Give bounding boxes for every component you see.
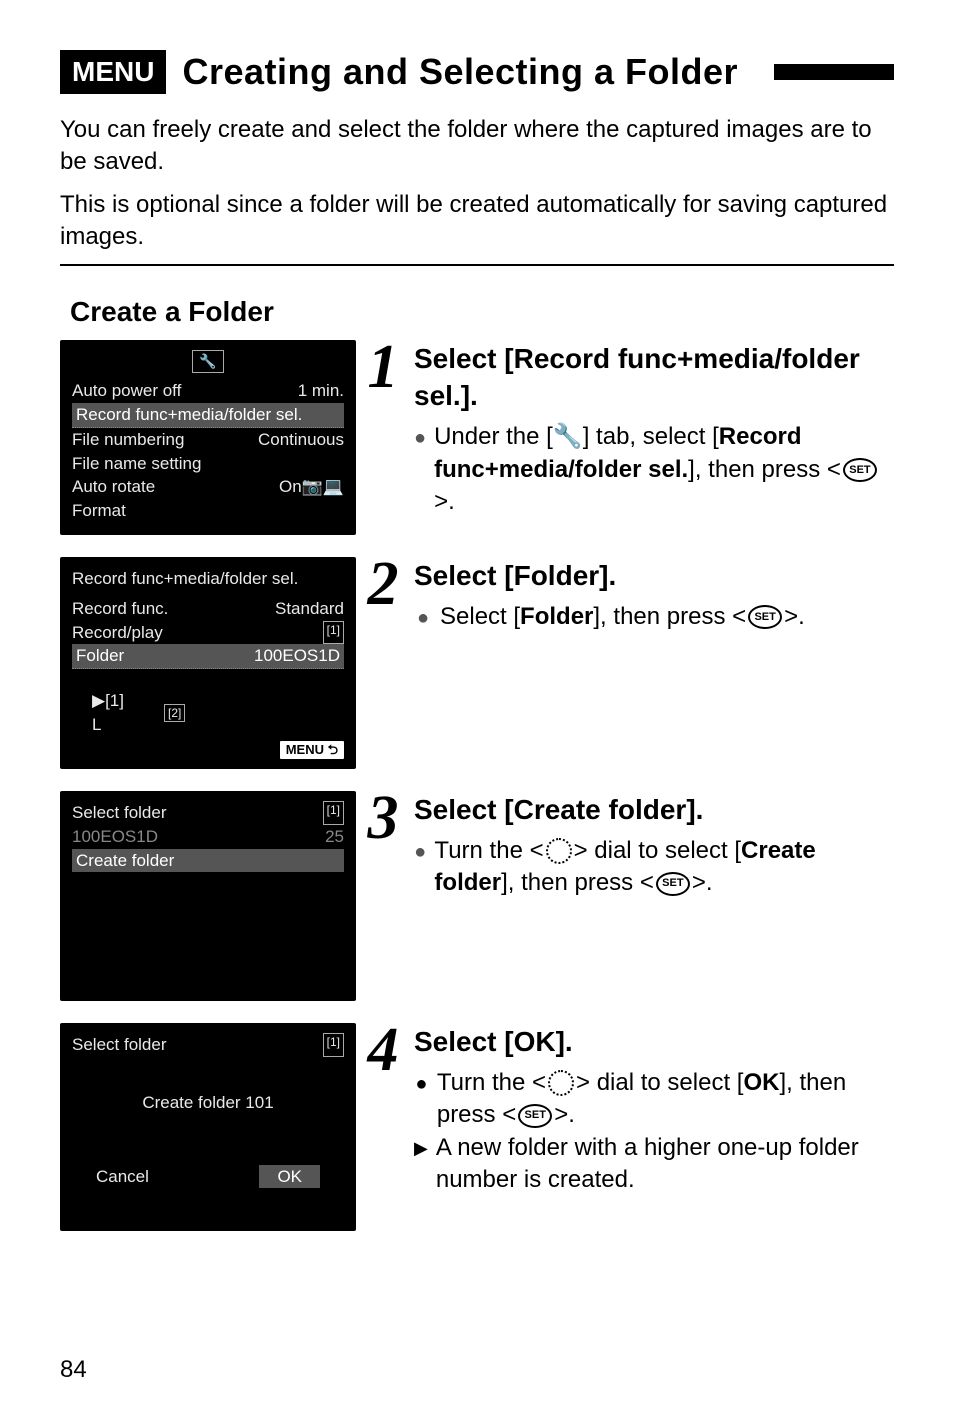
screen-3: Select folder [1] 100EOS1D 25 Create folde… bbox=[60, 791, 356, 1001]
page-number: 84 bbox=[60, 1356, 87, 1384]
divider bbox=[60, 264, 894, 266]
set-button-icon: SET bbox=[748, 605, 782, 629]
step-number-2: 2 bbox=[366, 557, 400, 613]
card-2-icon: [2] bbox=[164, 704, 185, 723]
step-4-heading: Select [OK]. bbox=[414, 1023, 894, 1061]
menu-item: File numbering bbox=[72, 428, 184, 452]
bullet-icon: ● bbox=[414, 839, 426, 866]
bullet-icon: ● bbox=[414, 425, 426, 452]
folder-item: 100EOS1D bbox=[72, 825, 158, 849]
set-button-icon: SET bbox=[518, 1104, 552, 1128]
menu-item: Auto power off bbox=[72, 379, 181, 403]
ok-button-selected: OK bbox=[259, 1165, 320, 1189]
intro-paragraph-1: You can freely create and select the fol… bbox=[60, 114, 894, 179]
menu-item: Format bbox=[72, 499, 344, 523]
bullet-icon: ● bbox=[414, 1071, 429, 1098]
menu-return-badge: MENU ⮌ bbox=[278, 739, 346, 761]
menu-value: 1 min. bbox=[298, 379, 344, 403]
step-number-3: 3 bbox=[366, 791, 400, 847]
screen-title: Select folder bbox=[72, 1033, 167, 1057]
title-rule bbox=[774, 64, 894, 80]
menu-item-selected: Record func+media/folder sel. bbox=[72, 403, 344, 428]
menu-value: [1] bbox=[323, 621, 344, 645]
card-icon: [1] bbox=[323, 801, 344, 825]
screen-1: 🔧 Auto power off 1 min. Record func+media… bbox=[60, 340, 356, 535]
screen-4: Select folder [1] Create folder 101 Cance… bbox=[60, 1023, 356, 1231]
set-button-icon: SET bbox=[656, 872, 690, 896]
menu-item: Auto rotate bbox=[72, 475, 155, 499]
dial-icon bbox=[548, 1070, 574, 1096]
step-4-body-1: Turn the <> dial to select [OK], then pr… bbox=[437, 1067, 894, 1132]
step-1-body: Under the [🔧] tab, select [Record func+m… bbox=[434, 421, 894, 518]
step-3-body: Turn the <> dial to select [Create folde… bbox=[434, 835, 894, 900]
dialog-message: Create folder 101 bbox=[72, 1091, 344, 1115]
step-number-1: 1 bbox=[366, 340, 400, 396]
menu-badge: MENU bbox=[60, 50, 166, 94]
section-heading: Create a Folder bbox=[70, 296, 894, 328]
menu-item-selected: Folder bbox=[76, 644, 124, 668]
screen-2: Record func+media/folder sel. Record fun… bbox=[60, 557, 356, 769]
menu-value: Continuous bbox=[258, 428, 344, 452]
set-button-icon: SET bbox=[843, 458, 877, 482]
screen-title: Record func+media/folder sel. bbox=[72, 567, 344, 591]
cancel-button: Cancel bbox=[96, 1165, 149, 1189]
menu-value: On📷💻 bbox=[279, 475, 344, 499]
step-number-4: 4 bbox=[366, 1023, 400, 1079]
intro-paragraph-2: This is optional since a folder will be … bbox=[60, 189, 894, 254]
step-1-heading: Select [Record func+media/folder sel.]. bbox=[414, 340, 894, 416]
menu-value: Standard bbox=[275, 597, 344, 621]
play-card-icon: ▶[1]L bbox=[92, 689, 124, 737]
menu-item-selected: Create folder bbox=[72, 849, 344, 873]
card-icon: [1] bbox=[323, 1033, 344, 1057]
folder-count: 25 bbox=[325, 825, 344, 849]
menu-item: File name setting bbox=[72, 452, 344, 476]
step-3-heading: Select [Create folder]. bbox=[414, 791, 894, 829]
dial-icon bbox=[546, 838, 572, 864]
step-4-body-2: A new folder with a higher one-up folder… bbox=[436, 1132, 894, 1197]
bullet-icon: ● bbox=[414, 605, 432, 632]
menu-item: Record func. bbox=[72, 597, 168, 621]
step-2-heading: Select [Folder]. bbox=[414, 557, 894, 595]
screen-title: Select folder bbox=[72, 801, 167, 825]
menu-item: Record/play bbox=[72, 621, 163, 645]
menu-value: 100EOS1D bbox=[254, 644, 340, 668]
triangle-bullet-icon: ▶ bbox=[414, 1136, 428, 1160]
wrench-tab-icon: 🔧 bbox=[192, 350, 223, 374]
page-title: Creating and Selecting a Folder bbox=[182, 51, 738, 93]
step-2-body: Select [Folder], then press <SET>. bbox=[440, 601, 805, 633]
